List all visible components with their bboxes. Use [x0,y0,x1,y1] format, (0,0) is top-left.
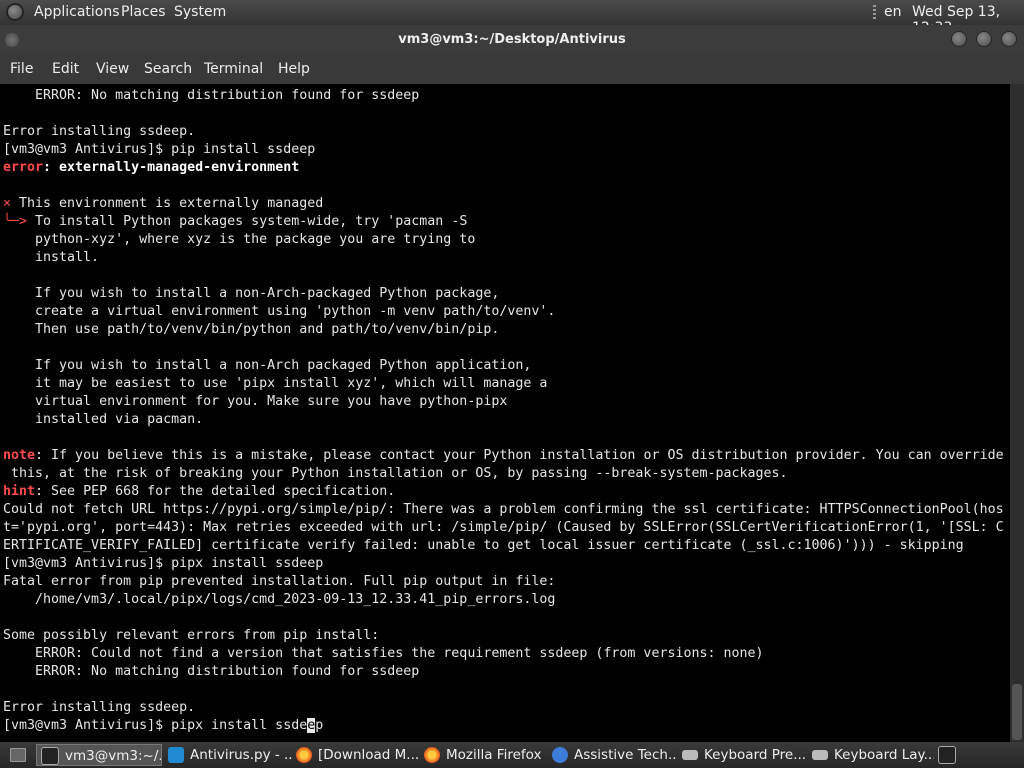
menu-edit[interactable]: Edit [52,61,79,77]
taskbar-label: Antivirus.py - ... [190,747,292,763]
terminal-line: install. [3,250,100,265]
taskbar-label: Keyboard Lay... [834,747,934,763]
terminal-line: Error installing ssdeep. [3,124,196,139]
vscode-icon [168,747,184,763]
firefox-icon [424,747,440,763]
line-text: This environment is externally managed [11,196,324,211]
note-tag: note [3,448,36,463]
terminal-line: ╰─> To install Python packages system-wi… [3,213,1004,231]
panel-grip-icon [873,5,876,19]
top-panel: Applications Places System en Wed Sep 13… [0,0,1024,36]
terminal-line: ERROR: No matching distribution found fo… [3,664,420,679]
terminal-line: × This environment is externally managed [3,195,1004,213]
error-message: : externally-managed-environment [43,160,300,175]
line-text: : If you believe this is a mistake, plea… [35,448,1004,463]
taskbar-label: Assistive Tech... [574,747,676,763]
taskbar-item-assistive[interactable]: Assistive Tech... [548,744,676,766]
taskbar-label: [Download M... [318,747,420,763]
menubar: File Edit View Search Terminal Help [0,55,1024,84]
terminal-icon [41,747,59,765]
window-titlebar[interactable]: vm3@vm3:~/Desktop/Antivirus [0,25,1024,55]
terminal-line: [vm3@vm3 Antivirus]$ pip install ssdeep [3,142,316,157]
scrollbar-thumb[interactable] [1012,684,1022,740]
menu-file[interactable]: File [10,61,33,77]
taskbar-item-firefox[interactable]: Mozilla Firefox [420,744,548,766]
show-desktop-icon [10,748,26,762]
terminal-line: note: If you believe this is a mistake, … [3,447,1004,465]
line-text: To install Python packages system-wide, … [27,214,468,229]
terminal-line: it may be easiest to use 'pipx install x… [3,376,548,391]
prompt-text-after: p [315,718,324,733]
terminal-line: ERTIFICATE_VERIFY_FAILED] certificate ve… [3,538,964,553]
taskbar-item-keyboard-prefs[interactable]: Keyboard Pre... [678,744,806,766]
line-text: : See PEP 668 for the detailed specifica… [35,484,396,499]
accessibility-icon [552,747,568,763]
terminal-line: Some possibly relevant errors from pip i… [3,628,380,643]
show-desktop-button[interactable] [4,744,32,766]
keyboard-language-indicator[interactable]: en [884,4,902,20]
terminal-line: error: externally-managed-environment [3,159,1004,177]
workspace-icon [938,746,956,764]
terminal-line: this, at the risk of breaking your Pytho… [3,466,788,481]
taskbar-item-download[interactable]: [Download M... [292,744,420,766]
terminal-line: If you wish to install a non-Arch-packag… [3,286,500,301]
taskbar-item-terminal[interactable]: vm3@vm3:~/... [36,744,162,766]
keyboard-icon [682,750,698,760]
firefox-icon [296,747,312,763]
error-bullet-icon: × [3,196,12,211]
tree-arrow-icon: ╰─> [3,214,28,229]
hint-tag: hint [3,484,36,499]
terminal-line: If you wish to install a non-Arch packag… [3,358,532,373]
taskbar-label: vm3@vm3:~/... [65,748,162,764]
menu-search[interactable]: Search [144,61,192,77]
terminal-line: Error installing ssdeep. [3,700,196,715]
minimize-button[interactable] [951,31,967,47]
applications-menu[interactable]: Applications [34,4,120,20]
keyboard-icon [812,750,828,760]
terminal-line: virtual environment for you. Make sure y… [3,394,508,409]
error-tag: error [3,160,44,175]
terminal-line: installed via pacman. [3,412,204,427]
terminal-line: /home/vm3/.local/pipx/logs/cmd_2023-09-1… [3,592,556,607]
terminal-line: t='pypi.org', port=443): Max retries exc… [3,520,1004,535]
taskbar: vm3@vm3:~/... Antivirus.py - ... [Downlo… [0,742,1024,768]
prompt-text: [vm3@vm3 Antivirus]$ pipx install ssde [3,718,308,733]
terminal-line: Could not fetch URL https://pypi.org/sim… [3,502,1004,517]
menu-view[interactable]: View [96,61,129,77]
terminal-output: ERROR: No matching distribution found fo… [3,87,1004,735]
close-button[interactable] [1001,31,1017,47]
system-menu[interactable]: System [174,4,226,20]
terminal-line: ERROR: No matching distribution found fo… [3,88,420,103]
terminal-line: python-xyz', where xyz is the package yo… [3,232,476,247]
terminal-line: [vm3@vm3 Antivirus]$ pipx install ssdeep [3,556,324,571]
terminal-line: ERROR: Could not find a version that sat… [3,646,764,661]
taskbar-item-vscode[interactable]: Antivirus.py - ... [164,744,292,766]
taskbar-label: Keyboard Pre... [704,747,806,763]
terminal-line: Fatal error from pip prevented installat… [3,574,556,589]
terminal-line: hint: See PEP 668 for the detailed speci… [3,483,1004,501]
menu-terminal[interactable]: Terminal [204,61,263,77]
terminal-line: create a virtual environment using 'pyth… [3,304,556,319]
maximize-button[interactable] [976,31,992,47]
window-title: vm3@vm3:~/Desktop/Antivirus [398,32,626,47]
workspace-switcher[interactable] [936,744,960,766]
terminal-line: Then use path/to/venv/bin/python and pat… [3,322,500,337]
distro-logo-icon[interactable] [6,3,24,21]
taskbar-label: Mozilla Firefox [446,747,542,763]
places-menu[interactable]: Places [121,4,166,20]
terminal-scrollbar[interactable] [1010,84,1024,742]
prompt-line[interactable]: [vm3@vm3 Antivirus]$ pipx install ssdeep [3,717,1004,735]
menu-help[interactable]: Help [278,61,310,77]
taskbar-item-keyboard-layout[interactable]: Keyboard Lay... [808,744,934,766]
terminal-area[interactable]: ERROR: No matching distribution found fo… [0,84,1010,742]
